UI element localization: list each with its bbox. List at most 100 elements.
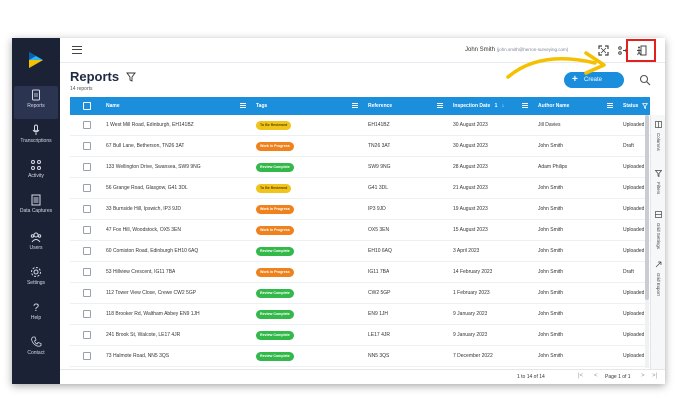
select-all-checkbox[interactable] [83, 102, 91, 110]
table-row[interactable]: 53 Hillview Crescent, IG11 7BA Work In Pr… [70, 262, 650, 283]
tag-badge[interactable]: Review Complete [256, 352, 294, 361]
tag-badge[interactable]: To Be Reviewed [256, 184, 292, 193]
column-header-name[interactable]: Name [106, 97, 120, 115]
row-checkbox[interactable] [83, 352, 91, 360]
tag-badge[interactable]: Work In Progress [256, 205, 294, 214]
row-checkbox[interactable] [83, 142, 91, 150]
search-icon[interactable] [639, 74, 651, 86]
side-panel-label: Grid Export [656, 273, 661, 296]
column-header-inspection-date[interactable]: Inspection Date 1 ↓ [453, 97, 504, 115]
cell-author: John Smith [538, 143, 564, 149]
sidebar-item-contact[interactable]: Contact [14, 333, 58, 366]
tag-badge[interactable]: Review Complete [256, 247, 294, 256]
table-row[interactable]: 1 West Mill Road, Edinburgh, EH141BZ To B… [70, 115, 650, 136]
table-scrollbar[interactable] [645, 115, 649, 368]
column-header-author[interactable]: Author Name [538, 97, 569, 115]
sort-order: 1 [494, 103, 498, 109]
last-page-icon[interactable]: >| [652, 373, 657, 379]
cell-inspection-date: 21 August 2023 [453, 185, 488, 191]
tag-badge[interactable]: Review Complete [256, 310, 294, 319]
column-menu-icon[interactable] [240, 103, 246, 108]
scrollbar-thumb[interactable] [645, 115, 649, 300]
cell-author: John Smith [538, 311, 564, 317]
cell-inspection-date: 1 February 2023 [453, 290, 490, 296]
cell-author: Jill Davies [538, 122, 561, 128]
filter-icon [655, 170, 662, 177]
cell-name: 112 Tower View Close, Crewe CW2 5GP [106, 290, 197, 296]
table-row[interactable]: 47 Fox Hill, Woodstock, OX5 3EN Work In P… [70, 220, 650, 241]
row-checkbox[interactable] [83, 268, 91, 276]
cell-name: 33 Burnside Hill, Ipswich, IP3 9JD [106, 206, 182, 212]
column-menu-icon[interactable] [522, 103, 528, 108]
tag-badge[interactable]: To Be Reviewed [256, 121, 292, 130]
column-header-reference[interactable]: Reference [368, 97, 392, 115]
sidebar-item-label: Transcriptions [20, 138, 52, 144]
cell-reference: G41 3DL [368, 185, 389, 191]
hamburger-menu-icon[interactable] [72, 46, 82, 54]
table-row[interactable]: 118 Brooker Rd, Waltham Abbey EN9 1JH Rev… [70, 304, 650, 325]
cell-inspection-date: 28 August 2023 [453, 164, 488, 170]
inspection-date-label: Inspection Date [453, 103, 491, 109]
sidebar-item-settings[interactable]: Settings [14, 263, 58, 296]
cell-author: John Smith [538, 353, 564, 359]
previous-page-icon[interactable]: < [594, 373, 598, 379]
table-row[interactable]: 73 Halmote Road, NN5 3QS Review Complete N… [70, 346, 650, 367]
sidebar-item-label: Help [30, 315, 42, 321]
row-checkbox[interactable] [83, 163, 91, 171]
row-checkbox[interactable] [83, 205, 91, 213]
tag-badge[interactable]: Review Complete [256, 331, 294, 340]
cell-inspection-date: 30 August 2023 [453, 143, 488, 149]
sidebar-item-activity[interactable]: Activity [14, 156, 58, 189]
next-page-icon[interactable]: > [641, 373, 645, 379]
table-row[interactable]: 241 Brook St, Walcote, LE17 4JR Review Co… [70, 325, 650, 346]
table-row[interactable]: 112 Tower View Close, Crewe CW2 5GP Revie… [70, 283, 650, 304]
tag-badge[interactable]: Review Complete [256, 163, 294, 172]
filter-icon[interactable] [641, 102, 648, 109]
app-window: Reports Transcriptions Activity Data Cap… [12, 38, 665, 384]
sidebar-item-reports[interactable]: Reports [14, 86, 58, 119]
row-checkbox[interactable] [83, 184, 91, 192]
help-icon: ? [33, 302, 39, 313]
cell-reference: OX5 3EN [368, 227, 390, 233]
tag-badge[interactable]: Work In Progress [256, 226, 294, 235]
document-icon [32, 89, 40, 101]
table-row[interactable]: 67 Bull Lane, Betherson, TN26 3AT Work In… [70, 136, 650, 157]
sidebar-item-label: Activity [28, 173, 44, 179]
sidebar-item-data-captures[interactable]: Data Captures [14, 191, 58, 224]
column-menu-icon[interactable] [607, 103, 613, 108]
sidebar-item-help[interactable]: ? Help [14, 298, 58, 331]
tag-badge[interactable]: Work In Progress [256, 142, 294, 151]
cell-name: 67 Bull Lane, Betherson, TN26 3AT [106, 143, 185, 149]
row-checkbox[interactable] [83, 289, 91, 297]
tag-badge[interactable]: Work In Progress [256, 268, 294, 277]
row-checkbox[interactable] [83, 121, 91, 129]
sidebar-item-label: Settings [26, 280, 46, 286]
table-row[interactable]: 133 Wellington Drive, Swansea, SW9 9NG Re… [70, 157, 650, 178]
sidebar-item-users[interactable]: Users [14, 228, 58, 261]
cell-reference: NN5 3QS [368, 353, 390, 359]
row-checkbox[interactable] [83, 226, 91, 234]
table-row[interactable]: 60 Comiston Road, Edinburgh EH10 6AQ Revi… [70, 241, 650, 262]
table-row[interactable]: 56 Grange Road, Glasgow, G41 3DL To Be Re… [70, 178, 650, 199]
sidebar-item-label: Users [29, 245, 43, 251]
table-row[interactable]: 33 Burnside Hill, Ipswich, IP3 9JD Work I… [70, 199, 650, 220]
sidebar-item-transcriptions[interactable]: Transcriptions [14, 121, 58, 154]
row-checkbox[interactable] [83, 331, 91, 339]
cell-inspection-date: 14 February 2023 [453, 269, 493, 275]
filter-icon[interactable] [126, 72, 136, 82]
cell-reference: EH141BZ [368, 122, 390, 128]
cell-status: Uploaded [623, 185, 645, 191]
row-checkbox[interactable] [83, 310, 91, 318]
column-menu-icon[interactable] [352, 103, 358, 108]
row-checkbox[interactable] [83, 247, 91, 255]
cell-name: 60 Comiston Road, Edinburgh EH10 6AQ [106, 248, 199, 254]
logout-icon[interactable] [636, 45, 647, 56]
columns-icon [655, 121, 662, 128]
column-header-tags[interactable]: Tags [256, 97, 267, 115]
cell-status: Uploaded [623, 311, 645, 317]
column-header-status[interactable]: Status [623, 97, 648, 115]
first-page-icon[interactable]: |< [578, 373, 583, 379]
column-menu-icon[interactable] [437, 103, 443, 108]
cell-status: Uploaded [623, 164, 645, 170]
tag-badge[interactable]: Review Complete [256, 289, 294, 298]
